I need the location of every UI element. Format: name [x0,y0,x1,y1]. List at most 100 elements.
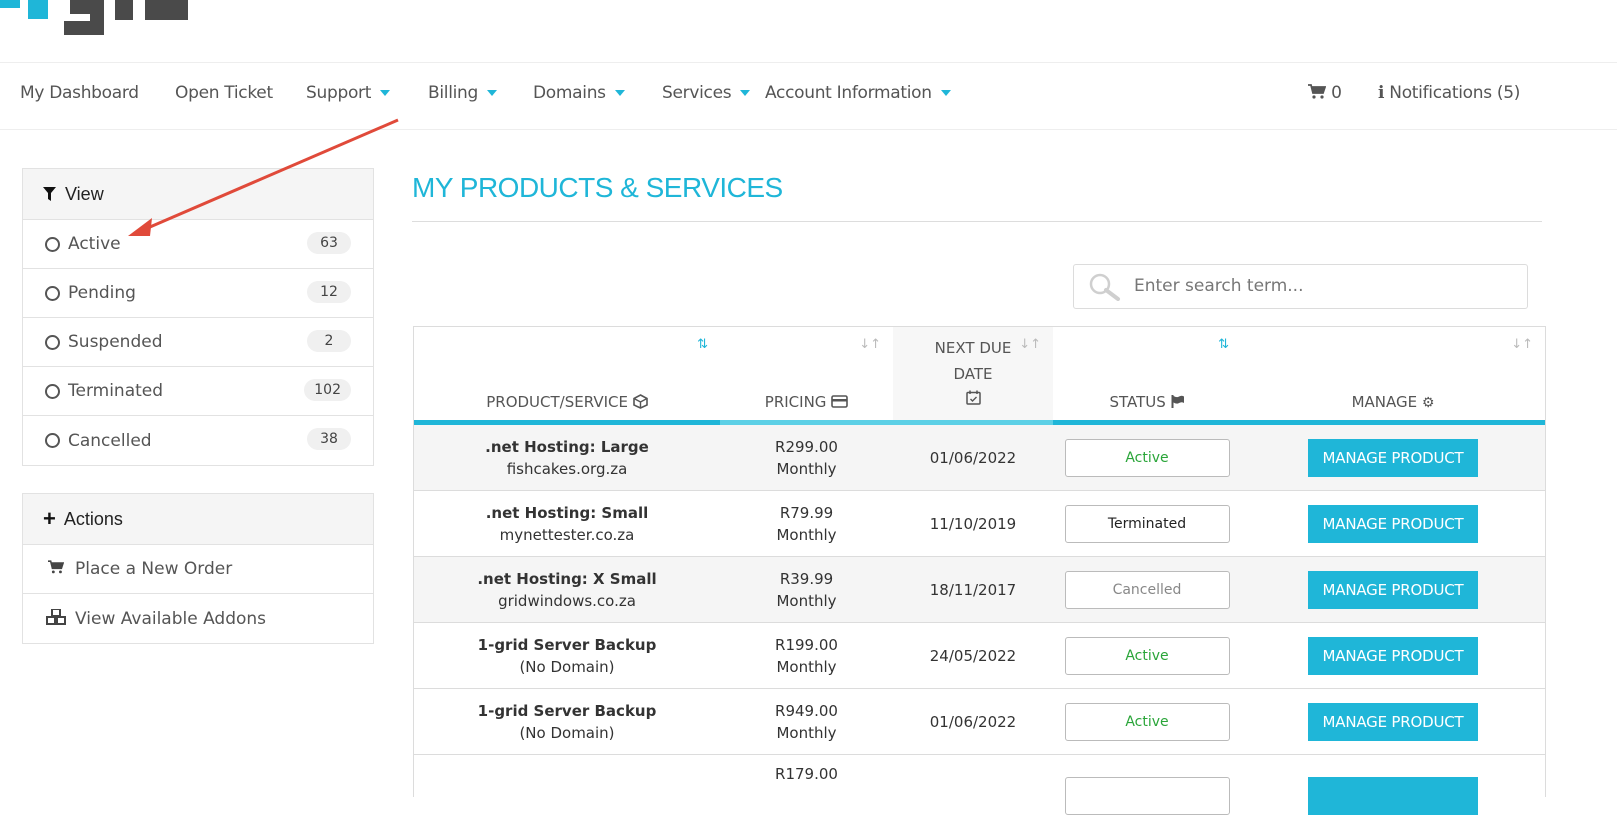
status-cell: Active [1053,689,1241,755]
title-divider [412,221,1542,222]
status-badge: Cancelled [1064,571,1230,609]
radio-icon[interactable] [45,236,60,252]
caret-down-icon [740,90,751,96]
nav-label: Domains [533,83,606,103]
price: R39.99 [779,570,834,588]
view-available-addons-link[interactable]: View Available Addons [23,594,373,643]
product-domain: gridwindows.co.za [498,592,636,610]
due-date-cell: 01/06/2022 [893,425,1053,491]
caret-down-icon [380,90,391,96]
column-header-product[interactable]: ⇅ PRODUCT/SERVICE [414,327,720,425]
cart-icon [1308,84,1327,99]
nav-billing[interactable]: Billing [428,83,498,103]
status-badge: Terminated [1064,505,1230,543]
view-item-pending[interactable]: Pending 12 [23,269,373,318]
column-header-pricing[interactable]: ↓↑ PRICING [720,327,893,425]
column-label: MANAGE [1351,393,1418,411]
sort-icon[interactable]: ⇅ [1218,337,1229,352]
column-header-status[interactable]: ⇅ STATUS [1053,327,1241,425]
radio-icon[interactable] [45,285,60,301]
pricing-cell: R39.99 Monthly [720,557,893,623]
count-badge: 2 [307,330,351,352]
due-date-cell: 18/11/2017 [893,557,1053,623]
nav-cart[interactable]: 0 [1308,83,1342,103]
product-domain: (No Domain) [519,658,615,676]
view-item-active[interactable]: Active 63 [23,220,373,269]
table-row: .net Hosting: Large fishcakes.org.za R29… [414,425,1545,491]
radio-icon[interactable] [45,334,60,350]
actions-panel-heading: + Actions [23,494,373,545]
count-badge: 102 [304,379,351,401]
status-cell: Active [1053,425,1241,491]
status-cell: Terminated [1053,491,1241,557]
view-panel-title: View [65,183,104,204]
view-item-label: Cancelled [68,430,152,451]
billing-cycle: Monthly [776,460,837,478]
product-cell: .net Hosting: X Small gridwindows.co.za [414,557,720,623]
status-badge [1064,777,1230,815]
product-domain: mynettester.co.za [499,526,635,544]
nav-support[interactable]: Support [306,83,391,103]
view-item-suspended[interactable]: Suspended 2 [23,318,373,367]
place-new-order-link[interactable]: Place a New Order [23,545,373,594]
search-placeholder: Enter search term... [1134,276,1304,296]
next-due-date: 24/05/2022 [929,647,1017,665]
nav-label: Services [662,83,732,103]
sort-icon[interactable]: ⇅ [697,337,708,352]
1-grid-logo [0,0,188,35]
main-navigation: My Dashboard Open Ticket Support Billing… [0,62,1617,130]
next-due-date: 11/10/2019 [929,515,1017,533]
billing-cycle: Monthly [776,658,837,676]
product-cell: .net Hosting: Small mynettester.co.za [414,491,720,557]
manage-cell: MANAGE PRODUCT [1241,623,1545,689]
manage-product-button[interactable] [1308,777,1478,815]
view-item-terminated[interactable]: Terminated 102 [23,367,373,416]
nav-my-dashboard[interactable]: My Dashboard [20,83,139,103]
column-header-manage[interactable]: ↓↑ MANAGE ⚙ [1241,327,1545,425]
search-input[interactable]: Enter search term... [1073,264,1528,309]
nav-label: Account Information [765,83,932,103]
status-badge: Active [1064,703,1230,741]
calendar-icon [965,390,981,405]
caret-down-icon [614,90,625,96]
product-cell: .net Hosting: Large fishcakes.org.za [414,425,720,491]
manage-product-button[interactable]: MANAGE PRODUCT [1308,505,1478,543]
manage-product-button[interactable]: MANAGE PRODUCT [1308,637,1478,675]
nav-open-ticket[interactable]: Open Ticket [175,83,273,103]
manage-product-button[interactable]: MANAGE PRODUCT [1308,439,1478,477]
price: R949.00 [775,702,838,720]
search-icon [1089,273,1120,301]
nav-domains[interactable]: Domains [533,83,625,103]
pricing-cell: R179.00 [720,755,893,821]
next-due-date: 18/11/2017 [929,581,1017,599]
product-cell: 1-grid Server Backup (No Domain) [414,623,720,689]
view-item-cancelled[interactable]: Cancelled 38 [23,416,373,465]
product-name: .net Hosting: Large [485,438,649,456]
count-badge: 63 [307,232,351,254]
manage-product-button[interactable]: MANAGE PRODUCT [1308,571,1478,609]
price: R79.99 [779,504,834,522]
status-cell: Cancelled [1053,557,1241,623]
status-cell [1053,755,1241,821]
filter-icon [43,187,56,201]
manage-cell: MANAGE PRODUCT [1241,557,1545,623]
sort-icon[interactable]: ↓↑ [859,337,881,352]
sort-icon[interactable]: ↓↑ [1511,337,1533,352]
nav-services[interactable]: Services [662,83,751,103]
column-header-next-due-date[interactable]: ↓↑ NEXT DUE DATE [893,327,1053,425]
radio-icon[interactable] [45,383,60,399]
radio-icon[interactable] [45,433,60,448]
view-filter-panel: View Active 63 Pending 12 Suspended 2 Te… [22,168,374,466]
manage-cell [1241,755,1545,821]
count-badge: 12 [307,281,351,303]
cart-icon [45,560,67,578]
nav-notifications[interactable]: i Notifications (5) [1378,83,1520,103]
status-badge: Active [1064,439,1230,477]
column-label: NEXT DUE DATE [934,339,1012,383]
manage-product-button[interactable]: MANAGE PRODUCT [1308,703,1478,741]
next-due-date: 01/06/2022 [929,449,1017,467]
status-cell: Active [1053,623,1241,689]
table-row: .net Hosting: Small mynettester.co.za R7… [414,491,1545,557]
nav-account-information[interactable]: Account Information [765,83,951,103]
billing-cycle: Monthly [776,592,837,610]
